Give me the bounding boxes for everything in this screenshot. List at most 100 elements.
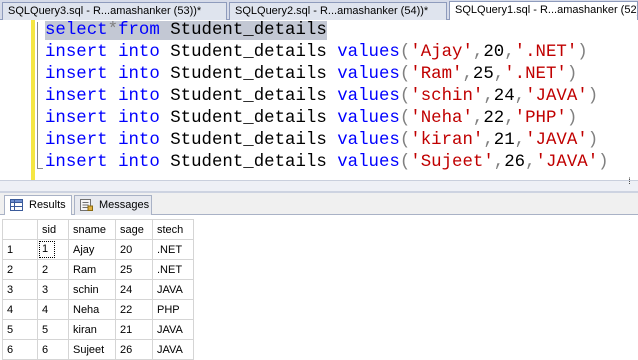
grid-cell[interactable]: .NET	[152, 259, 194, 280]
grid-cell[interactable]: Sujeet	[68, 339, 116, 360]
tab-sqlquery3[interactable]: SQLQuery3.sql - R...amashanker (53))*	[2, 2, 227, 20]
grid-cell[interactable]: 20	[115, 239, 153, 260]
grid-cell[interactable]: 3	[37, 279, 69, 300]
keyword-values: values	[337, 131, 400, 150]
grid-corner-cell[interactable]	[2, 219, 38, 240]
grid-cell[interactable]: PHP	[152, 299, 194, 320]
code-line-insert-1[interactable]: insert into Student_details values('Ajay…	[45, 42, 588, 64]
grid-cell[interactable]: JAVA	[152, 339, 194, 360]
grid-cell[interactable]: 4	[37, 299, 69, 320]
grid-header-row: sid sname sage stech	[2, 219, 194, 240]
keyword-into: into	[118, 43, 160, 62]
row-number[interactable]: 1	[2, 239, 38, 260]
keyword-values: values	[337, 43, 400, 62]
tab-label: SQLQuery3.sql - R...amashanker (53))*	[8, 5, 202, 17]
code-line-select[interactable]: select*from Student_details	[45, 20, 327, 42]
selection-highlight: select*from Student_details	[45, 21, 327, 40]
keyword-from: from	[118, 21, 160, 40]
code-line-insert-3[interactable]: insert into Student_details values('schi…	[45, 86, 598, 108]
outline-bracket-end	[37, 168, 43, 169]
keyword-insert: insert	[45, 131, 108, 150]
table-identifier: Student_details	[170, 131, 327, 150]
editor-horizontal-scrollbar[interactable]: ⁞	[0, 177, 638, 191]
keyword-into: into	[118, 65, 160, 84]
keyword-into: into	[118, 87, 160, 106]
results-grid: sid sname sage stech 1 1 Ajay 20 .NET 2 …	[2, 219, 194, 360]
number-literal: 20	[483, 43, 505, 62]
number-literal: 22	[483, 109, 505, 128]
table-row: 6 6 Sujeet 26 JAVA	[2, 339, 194, 360]
table-identifier: Student_details	[170, 109, 327, 128]
table-identifier: Student_details	[170, 65, 327, 84]
grid-cell[interactable]: 2	[37, 259, 69, 280]
table-identifier: Student_details	[159, 21, 327, 40]
keyword-values: values	[337, 153, 400, 172]
string-literal: 'Ram'	[410, 65, 463, 84]
table-row: 5 5 kiran 21 JAVA	[2, 319, 194, 340]
code-line-insert-4[interactable]: insert into Student_details values('Neha…	[45, 108, 577, 130]
grid-cell-focused[interactable]: 1	[37, 239, 69, 260]
tab-label: SQLQuery2.sql - R...amashanker (54))*	[235, 5, 429, 17]
code-line-insert-6[interactable]: insert into Student_details values('Suje…	[45, 152, 609, 174]
tab-sqlquery1[interactable]: SQLQuery1.sql - R...amashanker (52))*	[449, 1, 638, 21]
number-literal: 24	[493, 87, 515, 106]
grid-cell[interactable]: JAVA	[152, 319, 194, 340]
column-header[interactable]: sage	[115, 219, 153, 240]
table-identifier: Student_details	[170, 43, 327, 62]
code-line-insert-5[interactable]: insert into Student_details values('kira…	[45, 130, 598, 152]
grid-cell[interactable]: Neha	[68, 299, 116, 320]
string-literal: '.NET'	[514, 43, 578, 62]
results-tab-strip: Results Messages	[0, 193, 638, 216]
outline-bracket	[37, 22, 39, 168]
row-number[interactable]: 3	[2, 279, 38, 300]
grid-cell[interactable]: 6	[37, 339, 69, 360]
grid-cell[interactable]: schin	[68, 279, 116, 300]
keyword-values: values	[337, 87, 400, 106]
star-token: *	[107, 21, 119, 40]
string-literal: 'kiran'	[410, 131, 484, 150]
query-editor[interactable]: select*from Student_details insert into …	[0, 20, 638, 180]
tab-results[interactable]: Results	[4, 195, 72, 216]
row-number[interactable]: 4	[2, 299, 38, 320]
number-literal: 21	[493, 131, 515, 150]
tab-sqlquery2[interactable]: SQLQuery2.sql - R...amashanker (54))*	[229, 2, 447, 20]
keyword-select: select	[45, 21, 108, 40]
grid-cell[interactable]: 26	[115, 339, 153, 360]
grid-cell[interactable]: 22	[115, 299, 153, 320]
number-literal: 26	[504, 153, 526, 172]
grid-cell[interactable]: 24	[115, 279, 153, 300]
code-line-insert-2[interactable]: insert into Student_details values('Ram'…	[45, 64, 577, 86]
grid-icon	[10, 199, 23, 211]
grid-cell[interactable]: kiran	[68, 319, 116, 340]
tab-label: SQLQuery1.sql - R...amashanker (52))*	[455, 4, 638, 16]
editor-gutter	[0, 20, 31, 180]
table-identifier: Student_details	[170, 153, 327, 172]
row-number[interactable]: 2	[2, 259, 38, 280]
grid-cell[interactable]: Ajay	[68, 239, 116, 260]
string-literal: 'schin'	[410, 87, 484, 106]
table-row: 2 2 Ram 25 .NET	[2, 259, 194, 280]
grid-cell[interactable]: JAVA	[152, 279, 194, 300]
scroll-grip-icon[interactable]: ⁞	[625, 177, 634, 186]
row-number[interactable]: 5	[2, 319, 38, 340]
table-row: 1 1 Ajay 20 .NET	[2, 239, 194, 260]
grid-cell[interactable]: Ram	[68, 259, 116, 280]
keyword-into: into	[118, 131, 160, 150]
row-number[interactable]: 6	[2, 339, 38, 360]
column-header[interactable]: sid	[37, 219, 69, 240]
table-identifier: Student_details	[170, 87, 327, 106]
column-header[interactable]: sname	[68, 219, 116, 240]
string-literal: 'JAVA'	[525, 131, 588, 150]
string-literal: 'JAVA'	[535, 153, 599, 172]
change-tracking-bar	[31, 20, 35, 180]
keyword-values: values	[337, 109, 400, 128]
grid-cell[interactable]: 25	[115, 259, 153, 280]
table-row: 3 3 schin 24 JAVA	[2, 279, 194, 300]
column-header[interactable]: stech	[152, 219, 194, 240]
messages-icon	[80, 199, 93, 211]
grid-cell[interactable]: .NET	[152, 239, 194, 260]
tab-messages[interactable]: Messages	[74, 195, 152, 215]
grid-cell[interactable]: 5	[37, 319, 69, 340]
tab-results-label: Results	[29, 199, 66, 211]
grid-cell[interactable]: 21	[115, 319, 153, 340]
